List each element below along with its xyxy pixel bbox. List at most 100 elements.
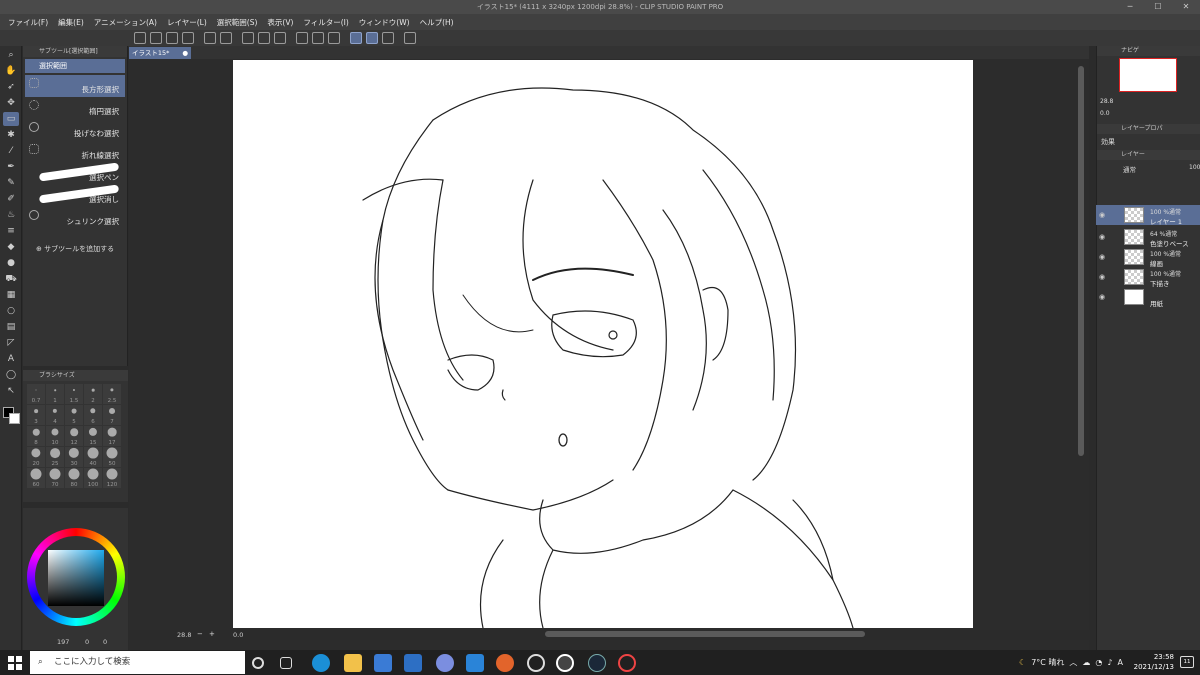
auto-select-icon[interactable]: ✱ <box>3 128 19 142</box>
brush-size-cell[interactable]: 17 <box>103 426 121 446</box>
snap-ruler-icon[interactable] <box>328 32 340 44</box>
pen-icon[interactable]: ✒ <box>3 160 19 174</box>
brush-size-cell[interactable]: 10 <box>46 426 64 446</box>
windows-start-icon[interactable] <box>8 656 22 670</box>
steam-icon[interactable] <box>588 654 606 672</box>
layer-property-tab[interactable]: レイヤープロパ <box>1097 124 1200 134</box>
navigator-zoom[interactable]: 28.8 <box>1100 98 1113 105</box>
horizontal-scrollbar[interactable] <box>545 631 865 637</box>
close-tab-icon[interactable]: ● <box>182 47 188 59</box>
layer-panel-tab[interactable]: レイヤー <box>1097 150 1200 160</box>
blend-mode-select[interactable]: 通常 <box>1123 164 1136 174</box>
snap-grid-icon[interactable] <box>366 32 378 44</box>
store-icon[interactable] <box>374 654 392 672</box>
deselect-icon[interactable] <box>296 32 308 44</box>
selection-tool-icon[interactable]: ▭ <box>3 112 19 126</box>
move-tool-icon[interactable]: ✋ <box>3 64 19 78</box>
clip-studio-paint-icon[interactable] <box>556 654 574 672</box>
angle-value[interactable]: 0.0 <box>233 631 243 639</box>
snap-special-ruler-icon[interactable] <box>350 32 362 44</box>
zoom-tool-icon[interactable]: ⌕ <box>3 48 19 62</box>
menu-window[interactable]: ウィンドウ(W) <box>359 17 410 28</box>
file-explorer-icon[interactable] <box>344 654 362 672</box>
brush-size-cell[interactable]: 15 <box>84 426 102 446</box>
brush-size-cell[interactable]: 0.7 <box>27 384 45 404</box>
redo-icon[interactable] <box>220 32 232 44</box>
move-layer-icon[interactable]: ✥ <box>3 96 19 110</box>
minimize-button[interactable]: ─ <box>1116 0 1144 14</box>
brush-size-cell[interactable]: 50 <box>103 447 121 467</box>
ime-indicator[interactable]: A <box>1118 658 1123 667</box>
layer-visibility-icon[interactable]: ◉ <box>1099 293 1105 301</box>
tray-overflow-icon[interactable]: ︿ <box>1069 657 1077 668</box>
menu-edit[interactable]: 編集(E) <box>58 17 84 28</box>
brush-size-cell[interactable]: 40 <box>84 447 102 467</box>
brush-size-cell[interactable]: 80 <box>65 468 83 488</box>
ruler-tool-icon[interactable]: ◸ <box>3 336 19 350</box>
eyedropper-icon[interactable]: ⁄ <box>3 144 19 158</box>
subtool-selection-pen[interactable]: 選択ペン <box>25 162 125 185</box>
open-file-icon[interactable] <box>150 32 162 44</box>
brush-size-cell[interactable]: 1.5 <box>65 384 83 404</box>
taskbar-clock[interactable]: 23:58 2021/12/13 <box>1134 652 1174 672</box>
close-button[interactable]: ✕ <box>1172 0 1200 14</box>
onedrive-icon[interactable]: ☁ <box>1082 658 1090 667</box>
task-view-icon[interactable] <box>280 657 292 669</box>
layer-visibility-icon[interactable]: ◉ <box>1099 273 1105 281</box>
subtool-polyline-select[interactable]: 折れ線選択 <box>25 141 125 163</box>
brush-size-cell[interactable]: 20 <box>27 447 45 467</box>
edge-icon[interactable] <box>312 654 330 672</box>
frame-icon[interactable]: ▤ <box>3 320 19 334</box>
brush-size-cell[interactable]: 1 <box>46 384 64 404</box>
brush-size-cell[interactable]: 4 <box>46 405 64 425</box>
clip-studio-icon[interactable] <box>527 654 545 672</box>
decoration-icon[interactable]: ≡ <box>3 224 19 238</box>
layer-row[interactable]: ◉ 用紙 <box>1096 287 1200 308</box>
correct-line-icon[interactable]: ↖ <box>3 384 19 398</box>
opacity-value[interactable]: 100 <box>1189 164 1200 171</box>
brush-size-cell[interactable]: 2 <box>84 384 102 404</box>
layer-row[interactable]: ◉ 64 %通常 色塗りベース <box>1096 227 1200 248</box>
text-tool-icon[interactable]: A <box>3 352 19 366</box>
drawing-canvas[interactable] <box>233 60 973 628</box>
menu-layer[interactable]: レイヤー(L) <box>167 17 207 28</box>
fill-icon[interactable] <box>258 32 270 44</box>
layer-visibility-icon[interactable]: ◉ <box>1099 233 1105 241</box>
undo-icon[interactable] <box>204 32 216 44</box>
menu-filter[interactable]: フィルター(I) <box>303 17 348 28</box>
new-file-icon[interactable] <box>134 32 146 44</box>
menu-view[interactable]: 表示(V) <box>267 17 293 28</box>
brush-icon[interactable]: ✐ <box>3 192 19 206</box>
brush-size-cell[interactable]: 7 <box>103 405 121 425</box>
weather-text[interactable]: 7°C 晴れ <box>1031 657 1064 668</box>
brush-size-cell[interactable]: 30 <box>65 447 83 467</box>
taskbar-search-input[interactable]: ⌕ ここに入力して検索 <box>30 651 245 674</box>
ruler-icon[interactable] <box>382 32 394 44</box>
firefox-icon[interactable] <box>496 654 514 672</box>
navigator-preview[interactable] <box>1119 58 1177 92</box>
brush-size-cell[interactable]: 70 <box>46 468 64 488</box>
layer-row[interactable]: ◉ 100 %通常 線画 <box>1096 247 1200 268</box>
eraser-icon[interactable]: ◆ <box>3 240 19 254</box>
gradient-icon[interactable]: ▦ <box>3 288 19 302</box>
brush-size-cell[interactable]: 2.5 <box>103 384 121 404</box>
help-icon[interactable] <box>404 32 416 44</box>
discord-icon[interactable] <box>436 654 454 672</box>
brush-size-cell[interactable]: 3 <box>27 405 45 425</box>
brush-size-cell[interactable]: 12 <box>65 426 83 446</box>
subtool-selection-eraser[interactable]: 選択消し <box>25 184 125 207</box>
photos-icon[interactable] <box>466 654 484 672</box>
zoom-out-button[interactable]: − <box>197 630 203 638</box>
subtool-rect-select[interactable]: 長方形選択 <box>25 75 125 97</box>
layer-row[interactable]: ◉ 100 %通常 下描き <box>1096 267 1200 288</box>
figure-icon[interactable]: ○ <box>3 304 19 318</box>
brush-size-cell[interactable]: 8 <box>27 426 45 446</box>
volume-icon[interactable]: ♪ <box>1107 658 1112 667</box>
brush-size-cell[interactable]: 60 <box>27 468 45 488</box>
clear-icon[interactable] <box>242 32 254 44</box>
vertical-scrollbar[interactable] <box>1078 66 1084 456</box>
blend-icon[interactable]: ● <box>3 256 19 270</box>
subtool-ellipse-select[interactable]: 楕円選択 <box>25 97 125 119</box>
fill-tool-icon[interactable]: ⛟ <box>3 272 19 286</box>
airbrush-icon[interactable]: ♨ <box>3 208 19 222</box>
